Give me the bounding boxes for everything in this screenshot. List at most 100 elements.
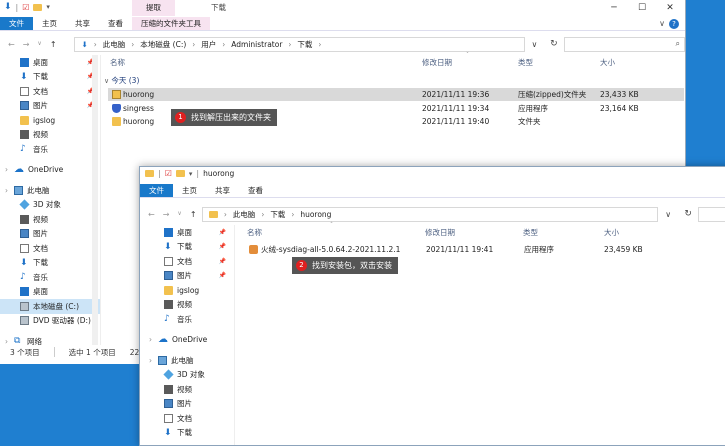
sidebar-item[interactable]: 3D 对象 — [144, 368, 232, 383]
sidebar-item[interactable]: 图片 — [0, 227, 100, 242]
expand-icon[interactable]: › — [5, 337, 8, 346]
expand-icon[interactable]: › — [5, 186, 8, 195]
file-row[interactable]: huorong 2021/11/11 19:36 压缩(zipped)文件夹 23,4… — [108, 88, 684, 101]
column-name[interactable]: 名称 — [110, 57, 125, 68]
tab-view[interactable]: 查看 — [99, 17, 132, 30]
properties-icon[interactable]: ☑ — [165, 169, 172, 178]
sidebar-item[interactable]: 3D 对象 — [0, 198, 100, 213]
sidebar-item[interactable]: ⬇ 下载 — [0, 256, 100, 271]
up-icon[interactable]: ↑ — [190, 210, 197, 219]
pin-icon[interactable]: 📌 — [219, 243, 226, 250]
refresh-icon[interactable]: ↻ — [678, 209, 698, 219]
sidebar-item[interactable]: 图片 📌 — [144, 269, 232, 284]
expand-icon[interactable]: › — [149, 335, 152, 344]
sidebar-item[interactable]: 文档 — [0, 241, 100, 256]
minimize-icon[interactable]: ─ — [600, 0, 628, 16]
sidebar-item[interactable]: igslog — [144, 283, 232, 298]
breadcrumb-item[interactable]: 此电脑 — [233, 209, 256, 220]
new-folder-icon[interactable] — [33, 3, 43, 11]
recent-locations-icon[interactable]: ∨ — [37, 40, 41, 49]
tab-home[interactable]: 主页 — [33, 17, 66, 30]
tab-share[interactable]: 共享 — [206, 184, 239, 197]
tab-compressed-folder-tools[interactable]: 压缩的文件夹工具 — [132, 17, 210, 30]
sidebar-item[interactable]: 桌面 📌 — [144, 225, 232, 240]
sidebar-item[interactable]: igslog — [0, 113, 100, 128]
column-modified[interactable]: 修改日期 — [422, 57, 452, 68]
ribbon-context-tab-extract[interactable]: 提取 — [132, 0, 175, 16]
customize-qat-icon[interactable]: ▾ — [189, 170, 193, 178]
up-icon[interactable]: ↑ — [50, 40, 57, 49]
sidebar-item[interactable]: ⬇ 下载 — [144, 426, 232, 441]
sidebar-item[interactable]: › 此电脑 — [144, 353, 232, 368]
sidebar-item[interactable]: ♪ 音乐 — [0, 270, 100, 285]
sidebar-item[interactable]: DVD 驱动器 (D:) — [0, 314, 100, 329]
sidebar-item[interactable]: 桌面 — [0, 285, 100, 300]
breadcrumb-item[interactable]: 本地磁盘 (C:) — [140, 39, 186, 50]
breadcrumb-item[interactable]: 此电脑 — [103, 39, 126, 50]
close-icon[interactable]: ✕ — [656, 0, 684, 16]
sidebar-item[interactable]: 图片 📌 — [0, 99, 100, 114]
sidebar-item[interactable]: 图片 — [144, 397, 232, 412]
breadcrumb-item[interactable]: 用户 — [201, 39, 216, 50]
breadcrumb-item[interactable]: 下载 — [297, 39, 312, 50]
sidebar-item[interactable]: 本地磁盘 (C:) — [0, 299, 100, 314]
forward-icon[interactable]: → — [23, 40, 30, 49]
expand-icon[interactable]: › — [5, 165, 8, 174]
sidebar-item[interactable]: ♪ 音乐 — [0, 142, 100, 157]
address-dropdown-icon[interactable]: ∨ — [658, 210, 678, 219]
breadcrumb-item[interactable]: 下载 — [270, 209, 285, 220]
sidebar-item[interactable]: › ☁ OneDrive — [144, 333, 232, 348]
expand-icon[interactable]: › — [149, 356, 152, 365]
customize-qat-icon[interactable]: ▾ — [46, 3, 50, 11]
address-dropdown-icon[interactable]: ∨ — [525, 40, 545, 49]
tab-file[interactable]: 文件 — [0, 17, 33, 30]
tab-view[interactable]: 查看 — [239, 184, 272, 197]
sidebar-item[interactable]: 文档 📌 — [0, 84, 100, 99]
file-row[interactable]: 火绒-sysdiag-all-5.0.64.2-2021.11.2.1 2021/… — [246, 243, 725, 256]
address-path[interactable]: › 此电脑 › 下载 › huorong — [201, 206, 659, 222]
column-size[interactable]: 大小 — [604, 227, 619, 238]
back-icon[interactable]: ← — [8, 40, 15, 49]
column-name[interactable]: 名称 — [247, 227, 262, 238]
maximize-icon[interactable]: ☐ — [628, 0, 656, 16]
sidebar-item[interactable]: ⬇ 下载 📌 — [144, 240, 232, 255]
pin-icon[interactable]: 📌 — [219, 229, 226, 236]
sidebar-item[interactable]: 视频 — [144, 298, 232, 313]
column-type[interactable]: 类型 — [518, 57, 533, 68]
tab-file[interactable]: 文件 — [140, 184, 173, 197]
column-modified[interactable]: 修改日期 — [425, 227, 455, 238]
sidebar-item[interactable]: 桌面 📌 — [0, 55, 100, 70]
address-path[interactable]: ⬇ › 此电脑 › 本地磁盘 (C:) › 用户 › Administrator… — [74, 36, 525, 52]
properties-icon[interactable]: ☑ — [22, 3, 29, 12]
tab-home[interactable]: 主页 — [173, 184, 206, 197]
sidebar-item[interactable]: 视频 — [0, 128, 100, 143]
back-icon[interactable]: ← — [148, 210, 155, 219]
help-icon[interactable]: ? — [669, 19, 679, 29]
column-type[interactable]: 类型 — [523, 227, 538, 238]
nav-scrollbar[interactable] — [92, 55, 98, 345]
new-folder-icon[interactable] — [175, 170, 185, 177]
breadcrumb-item[interactable]: huorong — [300, 210, 331, 219]
breadcrumb-sep-icon: › — [288, 39, 292, 49]
ribbon-expand-icon[interactable]: ∨ — [659, 17, 669, 30]
refresh-icon[interactable]: ↻ — [544, 39, 564, 49]
pin-icon[interactable]: 📌 — [219, 272, 226, 279]
pin-icon[interactable]: 📌 — [219, 258, 226, 265]
group-header[interactable]: ∨ 今天 (3) — [104, 75, 139, 86]
sidebar-item[interactable]: › ☁ OneDrive — [0, 163, 100, 178]
sidebar-item[interactable]: › 此电脑 — [0, 183, 100, 198]
tab-share[interactable]: 共享 — [66, 17, 99, 30]
column-size[interactable]: 大小 — [600, 57, 615, 68]
forward-icon[interactable]: → — [163, 210, 170, 219]
search-input[interactable] — [698, 206, 725, 222]
sidebar-item[interactable]: ⬇ 下载 📌 — [0, 70, 100, 85]
sidebar-item[interactable]: 视频 — [144, 382, 232, 397]
download-icon[interactable]: ⬇ — [4, 2, 12, 12]
sidebar-item[interactable]: 文档 📌 — [144, 254, 232, 269]
breadcrumb-item[interactable]: Administrator — [231, 40, 282, 49]
search-input[interactable]: ⌕ — [563, 36, 685, 52]
sidebar-item[interactable]: ♪ 音乐 — [144, 312, 232, 327]
recent-locations-icon[interactable]: ∨ — [177, 210, 181, 219]
sidebar-item[interactable]: 视频 — [0, 212, 100, 227]
sidebar-item[interactable]: 文档 — [144, 411, 232, 426]
